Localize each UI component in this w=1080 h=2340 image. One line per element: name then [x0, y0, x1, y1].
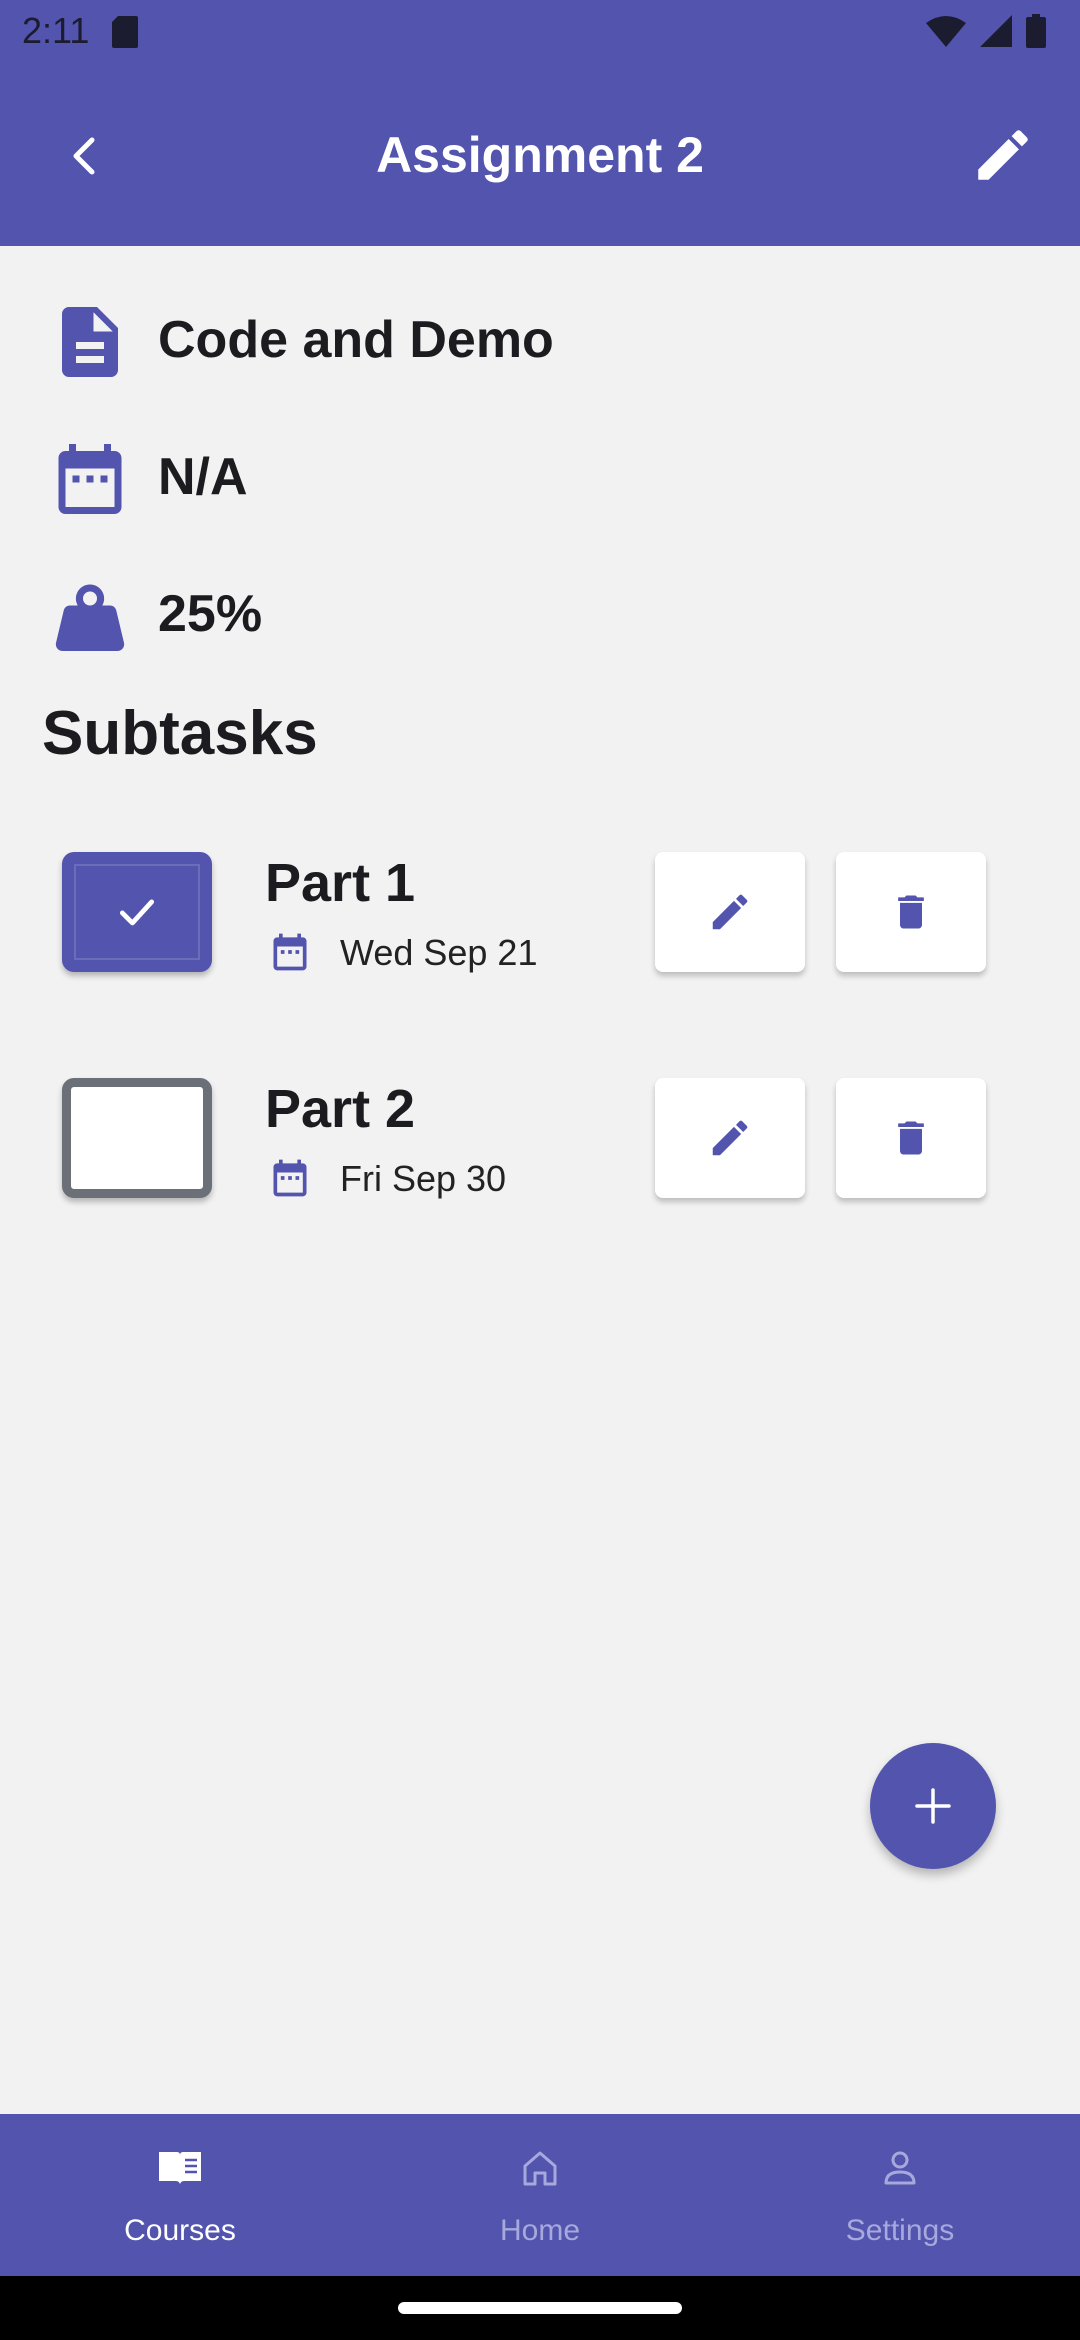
edit-subtask-button[interactable]: [655, 1078, 805, 1198]
subtask-title: Part 2: [265, 1079, 416, 1139]
add-subtask-button[interactable]: [870, 1743, 996, 1869]
weight-percent: 25%: [158, 585, 263, 643]
bottom-navigation: Courses Home Settings: [0, 2114, 1080, 2276]
trash-icon: [898, 895, 924, 929]
due-date-row: N/A: [0, 423, 1080, 523]
page-title: Assignment 2: [376, 127, 704, 183]
subtask-row: Part 2 Fri Sep 30: [0, 1078, 1080, 1208]
nav-item-home[interactable]: Home: [360, 2114, 720, 2276]
battery-icon: [1026, 14, 1046, 48]
delete-subtask-button[interactable]: [836, 852, 986, 972]
assignment-name-row: Code and Demo: [0, 286, 1080, 386]
subtask-title: Part 1: [265, 853, 416, 913]
delete-subtask-button[interactable]: [836, 1078, 986, 1198]
edit-subtask-button[interactable]: [655, 852, 805, 972]
nav-item-courses[interactable]: Courses: [0, 2114, 360, 2276]
nav-label: Settings: [845, 2214, 955, 2247]
wifi-icon: [926, 16, 966, 47]
subtask-date: Fri Sep 30: [340, 1158, 507, 1199]
check-icon: [119, 899, 155, 926]
calendar-icon: [273, 933, 307, 971]
document-icon: [62, 307, 118, 377]
plus-icon: [915, 1788, 951, 1824]
status-bar: 2:11: [0, 0, 1080, 66]
weight-icon: [55, 584, 125, 651]
due-date: N/A: [158, 448, 248, 506]
home-icon: [523, 2151, 557, 2186]
subtask-checkbox[interactable]: [62, 1078, 212, 1198]
signal-icon: [980, 15, 1012, 47]
status-icons: [926, 14, 1046, 48]
app-bar: Assignment 2: [0, 66, 1080, 246]
nav-item-settings[interactable]: Settings: [720, 2114, 1080, 2276]
trash-icon: [898, 1121, 924, 1155]
home-gesture-handle[interactable]: [398, 2302, 682, 2314]
nav-label: Home: [499, 2214, 581, 2247]
subtask-checkbox[interactable]: [62, 852, 212, 972]
calendar-icon: [58, 444, 122, 514]
book-icon: [159, 2152, 201, 2184]
nav-label: Courses: [124, 2214, 236, 2247]
subtask-date: Wed Sep 21: [340, 932, 538, 973]
edit-assignment-icon[interactable]: [970, 122, 1036, 188]
sd-card-icon: [112, 16, 138, 48]
weight-row: 25%: [0, 560, 1080, 660]
pencil-icon: [712, 1120, 748, 1156]
status-time: 2:11: [22, 10, 90, 51]
pencil-icon: [712, 894, 748, 930]
calendar-icon: [273, 1159, 307, 1197]
subtasks-heading: Subtasks: [42, 699, 318, 768]
assignment-name: Code and Demo: [158, 311, 554, 369]
gesture-navigation-area: [0, 2276, 1080, 2340]
person-icon: [884, 2151, 916, 2185]
subtask-row: Part 1 Wed Sep 21: [0, 852, 1080, 982]
